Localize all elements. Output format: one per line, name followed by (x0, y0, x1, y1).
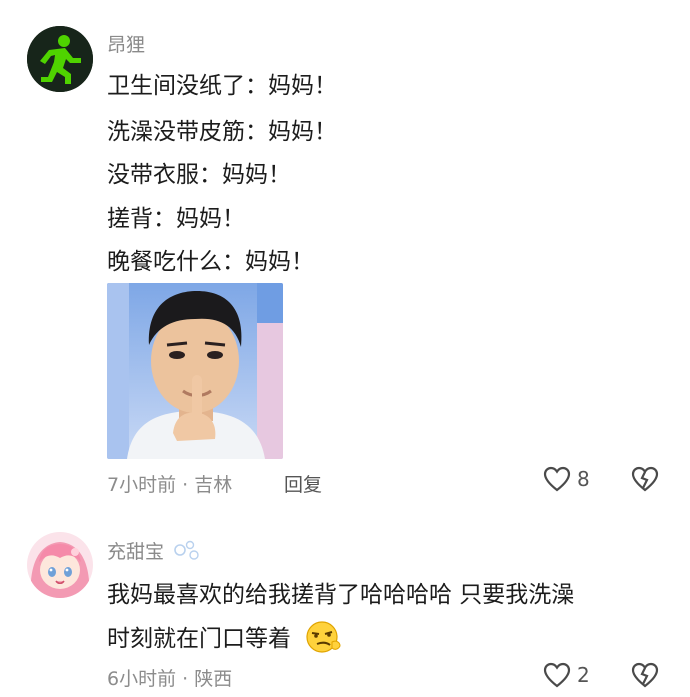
shushing-man-image (107, 283, 283, 459)
like-count: 8 (577, 467, 590, 491)
broken-heart-icon (631, 466, 659, 492)
anime-girl-icon (27, 532, 93, 598)
smirk-emoji-icon (306, 621, 341, 653)
comment-text-line: 晚餐吃什么：妈妈！ (107, 249, 314, 275)
comment-text-line: 没带衣服：妈妈！ (107, 162, 291, 188)
like-button[interactable]: 2 (543, 662, 590, 688)
comment-meta: 7小时前 · 吉林 (107, 474, 233, 496)
comment-text-line: 搓背：妈妈！ (107, 206, 245, 232)
comment-image[interactable] (107, 283, 283, 459)
comment-username[interactable]: 昂狸 (107, 30, 145, 57)
username-text: 充甜宝 (107, 541, 165, 563)
bubbles-icon (174, 540, 199, 560)
comment-item-2: 充甜宝 我妈最喜欢的给我搓背了哈哈哈哈 只要我洗澡 时刻就在门口等着 6小时前 … (0, 510, 690, 697)
like-button[interactable]: 8 (543, 466, 590, 492)
comment-text-line: 卫生间没纸了：妈妈！ (107, 73, 337, 99)
comment-text-segment: 时刻就在门口等着 (107, 626, 291, 652)
broken-heart-icon (631, 662, 659, 688)
dislike-button[interactable] (631, 466, 659, 496)
reply-button[interactable]: 回复 (284, 470, 322, 497)
comment-meta: 6小时前 · 陕西 (107, 668, 233, 690)
comment-username[interactable]: 充甜宝 (107, 537, 202, 564)
heart-icon (543, 662, 571, 688)
dislike-button[interactable] (631, 662, 659, 692)
comment-text-line: 我妈最喜欢的给我搓背了哈哈哈哈 只要我洗澡 (107, 582, 575, 608)
user-avatar-2[interactable] (27, 532, 93, 598)
heart-icon (543, 466, 571, 492)
comment-text-line: 洗澡没带皮筋：妈妈！ (107, 119, 337, 145)
comment-text-line: 时刻就在门口等着 (107, 619, 342, 654)
like-count: 2 (577, 663, 590, 687)
running-man-icon (27, 26, 93, 92)
comment-item-1: 昂狸 卫生间没纸了：妈妈！ 洗澡没带皮筋：妈妈！ 没带衣服：妈妈！ 搓背：妈妈！… (0, 0, 690, 510)
user-avatar-1[interactable] (27, 26, 93, 92)
